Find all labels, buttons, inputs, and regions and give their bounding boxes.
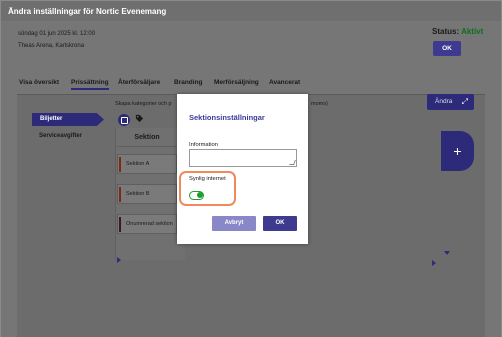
sidebar-item-service-fees[interactable]: Serviceavgifter [39,133,82,139]
tag-icon[interactable] [135,114,144,123]
sidebar-item-tickets[interactable]: Biljetter [32,113,104,126]
event-venue: Theas Arena, Karlskrona [18,43,85,49]
window-title: Ändra inställningar för Nortic Evenemang [1,1,501,21]
visible-internet-toggle[interactable] [189,191,204,200]
section-row[interactable]: Sektion B [117,184,177,204]
status-indicator: Status: Aktivt [432,27,483,36]
section-row[interactable]: Onumrerad sektion [117,214,177,234]
scroll-down-arrow[interactable] [444,251,450,255]
visible-internet-label: Synlig internet [189,176,226,182]
change-button[interactable]: Ändra ⤢ [427,94,474,110]
tab-advanced[interactable]: Avancerat [269,79,300,86]
tab-overview[interactable]: Visa översikt [19,79,59,86]
tab-upsell[interactable]: Merförsäljning [214,79,259,86]
status-value: Aktivt [461,27,484,36]
information-textarea[interactable] [189,149,297,167]
tab-pricing[interactable]: Prissättning [71,79,109,90]
change-button-label: Ändra [435,98,453,105]
information-label: Information [189,142,218,148]
pricing-hint-suffix: moms) [311,101,328,107]
section-row[interactable]: Sektion A [117,154,177,174]
scroll-left-arrow[interactable] [117,257,121,263]
settings-window: Ändra inställningar för Nortic Evenemang… [0,0,502,337]
expand-icon: ⤢ [461,97,468,106]
section-settings-dialog: Sektionsinställningar Information Synlig… [177,94,308,244]
dialog-title: Sektionsinställningar [189,113,265,122]
status-label: Status: [432,27,460,36]
event-date: söndag 01 jun 2025 kl. 12:00 [18,31,96,37]
cancel-button[interactable]: Avbryt [212,216,256,231]
ok-button[interactable]: OK [263,216,297,231]
scroll-right-arrow[interactable] [432,260,436,266]
layout-icon[interactable] [118,114,130,126]
add-section-button[interactable]: + [441,131,474,171]
tab-branding[interactable]: Branding [174,79,203,86]
status-ok-button[interactable]: OK [433,41,461,56]
column-header-section: Sektion [117,127,177,147]
tab-resellers[interactable]: Återförsäljare [118,79,160,86]
pricing-hint: Skapa kategorier och p [115,101,172,107]
